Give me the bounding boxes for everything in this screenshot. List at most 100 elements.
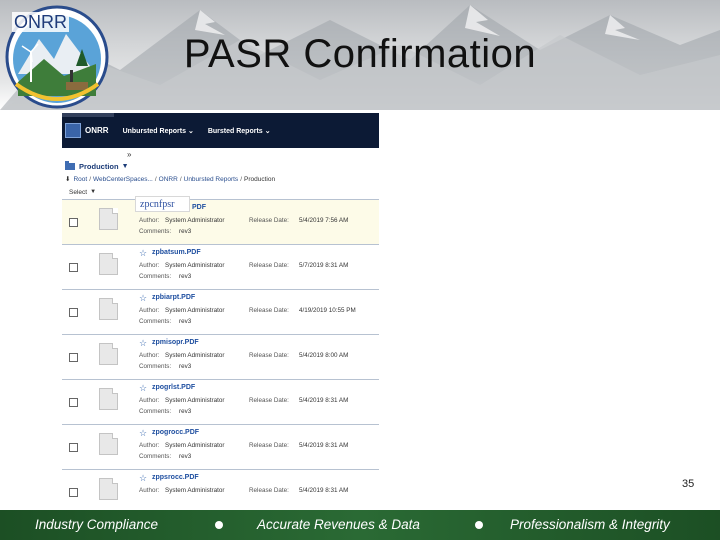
star-icon[interactable]: ☆ xyxy=(139,383,147,394)
document-icon xyxy=(99,298,118,320)
logo-text: ONRR xyxy=(12,12,69,32)
comments-label: Comments: xyxy=(139,318,172,325)
breadcrumb-item-webcenterspaces[interactable]: WebCenterSpaces... xyxy=(93,176,153,183)
file-name-link[interactable]: zpmisopr.PDF xyxy=(152,339,199,346)
row-checkbox[interactable] xyxy=(69,398,78,407)
star-icon[interactable]: ☆ xyxy=(139,293,147,304)
author-value: System Administrator xyxy=(165,307,225,314)
comments-label: Comments: xyxy=(139,363,172,370)
file-name-link[interactable]: zpbatsum.PDF xyxy=(152,249,201,256)
author-label: Author: xyxy=(139,397,160,404)
slide-title: PASR Confirmation xyxy=(183,32,537,76)
release-date-label: Release Date: xyxy=(249,352,289,359)
row-checkbox[interactable] xyxy=(69,353,78,362)
release-date-value: 5/4/2019 8:31 AM xyxy=(299,397,349,404)
comments-value: rev3 xyxy=(179,273,192,280)
rename-input[interactable]: zpcnfpsr xyxy=(135,196,190,212)
author-label: Author: xyxy=(139,307,160,314)
release-date-value: 4/19/2019 10:55 PM xyxy=(299,307,356,314)
author-value: System Administrator xyxy=(165,442,225,449)
onrr-brand-icon xyxy=(65,123,81,138)
document-icon xyxy=(99,388,118,410)
breadcrumb-separator: / xyxy=(179,175,182,183)
webcenter-screenshot: ONRR Unbursted Reports ⌄ Bursted Reports ⌄… xyxy=(62,113,379,508)
document-icon xyxy=(99,208,118,230)
nav-brand[interactable]: ONRR xyxy=(65,123,123,138)
breadcrumb-item-onrr[interactable]: ONRR xyxy=(159,176,178,183)
file-name-link[interactable]: zppsrocc.PDF xyxy=(152,474,199,481)
star-icon[interactable]: ☆ xyxy=(139,338,147,349)
file-row[interactable]: zpcnfpsr PDF Author: System Administrato… xyxy=(62,196,379,245)
row-checkbox[interactable] xyxy=(69,488,78,497)
document-icon xyxy=(99,478,118,500)
footer-value-professionalism: Professionalism & Integrity xyxy=(510,517,670,532)
release-date-value: 5/4/2019 8:31 AM xyxy=(299,442,349,449)
comments-value: rev3 xyxy=(179,453,192,460)
comments-value: rev3 xyxy=(179,408,192,415)
comments-label: Comments: xyxy=(139,408,172,415)
select-label: Select xyxy=(69,188,88,196)
author-value: System Administrator xyxy=(165,397,225,404)
breadcrumb-separator: / xyxy=(154,175,157,183)
folder-name: Production xyxy=(79,162,119,171)
breadcrumb-separator: / xyxy=(240,175,242,183)
author-value: System Administrator xyxy=(165,217,225,224)
author-value: System Administrator xyxy=(165,487,225,494)
breadcrumb-item-root[interactable]: Root xyxy=(73,176,87,183)
file-row[interactable]: ☆ zpbatsum.PDF Author: System Administra… xyxy=(62,245,379,290)
release-date-label: Release Date: xyxy=(249,487,289,494)
nav-menu-bursted-reports[interactable]: Bursted Reports ⌄ xyxy=(208,127,271,135)
comments-label: Comments: xyxy=(139,453,172,460)
author-value: System Administrator xyxy=(165,352,225,359)
file-name-link[interactable]: zpbiarpt.PDF xyxy=(152,294,195,301)
release-date-value: 5/4/2019 7:56 AM xyxy=(299,217,349,224)
chevron-down-icon: ⌄ xyxy=(187,127,194,135)
select-menu[interactable]: Select ▼ xyxy=(62,185,379,200)
arrow-down-icon: ⬇ xyxy=(65,176,71,183)
author-label: Author: xyxy=(139,217,160,224)
folder-icon xyxy=(65,161,75,170)
document-icon xyxy=(99,433,118,455)
row-checkbox[interactable] xyxy=(69,218,78,227)
chevron-down-icon: ⌄ xyxy=(264,127,271,135)
star-icon[interactable]: ☆ xyxy=(139,248,147,259)
star-icon[interactable]: ☆ xyxy=(139,473,147,484)
row-checkbox[interactable] xyxy=(69,308,78,317)
file-row[interactable]: ☆ zpogrlst.PDF Author: System Administra… xyxy=(62,380,379,425)
breadcrumb: ⬇ Root / WebCenterSpaces... / ONRR / Unb… xyxy=(62,173,379,185)
document-icon xyxy=(99,253,118,275)
panel-expander[interactable]: » xyxy=(62,148,379,160)
file-row[interactable]: ☆ zpbiarpt.PDF Author: System Administra… xyxy=(62,290,379,335)
comments-label: Comments: xyxy=(139,273,172,280)
nav-menu-unbursted-reports[interactable]: Unbursted Reports ⌄ xyxy=(123,127,194,135)
file-row[interactable]: ☆ zppsrocc.PDF Author: System Administra… xyxy=(62,470,379,508)
bullet-dot-icon xyxy=(215,521,223,529)
folder-header[interactable]: Production ▼ xyxy=(62,160,379,173)
star-icon[interactable]: ☆ xyxy=(139,428,147,439)
comments-value: rev3 xyxy=(179,318,192,325)
breadcrumb-item-unbursted-reports[interactable]: Unbursted Reports xyxy=(184,176,239,183)
nav-accent-strip xyxy=(62,113,114,117)
author-label: Author: xyxy=(139,442,160,449)
nav-menu-label: Unbursted Reports xyxy=(122,127,186,135)
release-date-label: Release Date: xyxy=(249,397,289,404)
author-value: System Administrator xyxy=(165,262,225,269)
row-checkbox[interactable] xyxy=(69,443,78,452)
nav-menu-label: Bursted Reports xyxy=(207,127,263,135)
file-name-link[interactable]: zpogrlst.PDF xyxy=(152,384,195,391)
release-date-value: 5/7/2019 8:31 AM xyxy=(299,262,349,269)
file-name-link[interactable]: zpogrocc.PDF xyxy=(152,429,199,436)
file-list: zpcnfpsr PDF Author: System Administrato… xyxy=(62,196,379,508)
nav-brand-label: ONRR xyxy=(85,126,109,135)
caret-down-icon[interactable]: ▼ xyxy=(122,163,129,170)
release-date-label: Release Date: xyxy=(249,217,289,224)
release-date-value: 5/4/2019 8:31 AM xyxy=(299,487,349,494)
file-row[interactable]: ☆ zpmisopr.PDF Author: System Administra… xyxy=(62,335,379,380)
file-row[interactable]: ☆ zpogrocc.PDF Author: System Administra… xyxy=(62,425,379,470)
double-chevron-right-icon[interactable]: » xyxy=(127,150,131,159)
comments-value: rev3 xyxy=(179,228,192,235)
row-checkbox[interactable] xyxy=(69,263,78,272)
footer-value-accurate-revenues: Accurate Revenues & Data xyxy=(257,517,420,532)
release-date-label: Release Date: xyxy=(249,262,289,269)
breadcrumb-separator: / xyxy=(89,175,91,183)
